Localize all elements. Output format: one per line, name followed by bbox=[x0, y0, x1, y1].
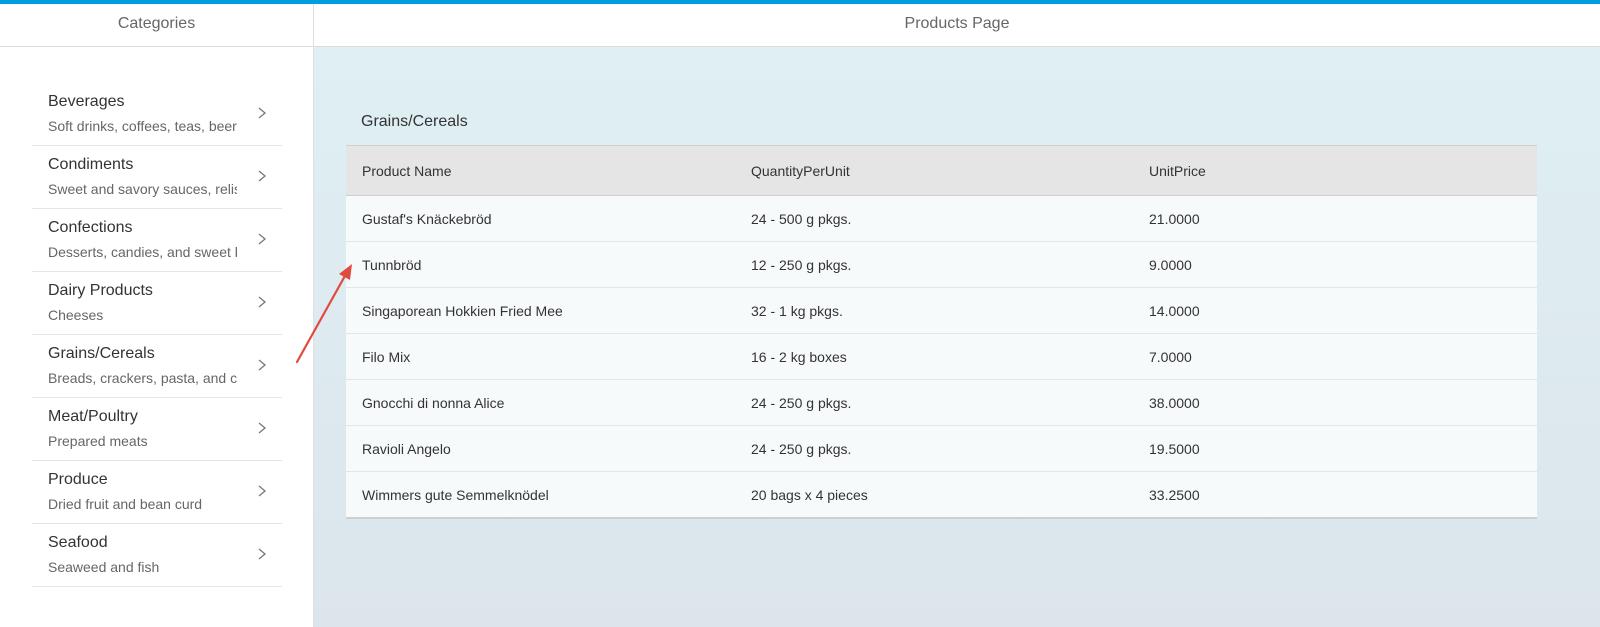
product-name-cell: Tunnbröd bbox=[362, 256, 422, 273]
product-name-cell: Ravioli Angelo bbox=[362, 440, 451, 457]
category-description: Desserts, candies, and sweet b bbox=[48, 244, 237, 260]
category-description: Prepared meats bbox=[48, 433, 148, 449]
table-row[interactable]: Tunnbröd 12 - 250 g pkgs. 9.0000 bbox=[346, 242, 1537, 288]
category-description: Breads, crackers, pasta, and c bbox=[48, 370, 237, 386]
selected-category-title: Grains/Cereals bbox=[361, 113, 468, 130]
category-title: Dairy Products bbox=[48, 282, 153, 299]
category-list: Beverages Soft drinks, coffees, teas, be… bbox=[32, 83, 282, 587]
quantity-per-unit-cell: 24 - 250 g pkgs. bbox=[751, 394, 852, 411]
category-item-meat-poultry[interactable]: Meat/Poultry Prepared meats bbox=[32, 398, 282, 461]
categories-header: Categories bbox=[0, 4, 313, 47]
table-row[interactable]: Singaporean Hokkien Fried Mee 32 - 1 kg … bbox=[346, 288, 1537, 334]
quantity-per-unit-cell: 12 - 250 g pkgs. bbox=[751, 256, 852, 273]
category-title: Beverages bbox=[48, 93, 125, 110]
category-item-produce[interactable]: Produce Dried fruit and bean curd bbox=[32, 461, 282, 524]
category-title: Seafood bbox=[48, 534, 108, 551]
products-panel: Products Page Grains/Cereals Product Nam… bbox=[314, 4, 1600, 627]
product-name-cell: Filo Mix bbox=[362, 348, 411, 365]
category-title: Grains/Cereals bbox=[48, 345, 155, 362]
quantity-per-unit-cell: 32 - 1 kg pkgs. bbox=[751, 302, 843, 319]
chevron-right-icon bbox=[256, 544, 268, 564]
category-title: Confections bbox=[48, 219, 133, 236]
category-description: Dried fruit and bean curd bbox=[48, 496, 203, 512]
table-row[interactable]: Ravioli Angelo 24 - 250 g pkgs. 19.5000 bbox=[346, 426, 1537, 472]
category-item-grains-cereals[interactable]: Grains/Cereals Breads, crackers, pasta, … bbox=[32, 335, 282, 398]
category-item-seafood[interactable]: Seafood Seaweed and fish bbox=[32, 524, 282, 587]
quantity-per-unit-cell: 16 - 2 kg boxes bbox=[751, 348, 847, 365]
category-item-condiments[interactable]: Condiments Sweet and savory sauces, reli… bbox=[32, 146, 282, 209]
category-item-dairy-products[interactable]: Dairy Products Cheeses bbox=[32, 272, 282, 335]
category-description: Soft drinks, coffees, teas, beer bbox=[48, 118, 237, 134]
table-row[interactable]: Wimmers gute Semmelknödel 20 bags x 4 pi… bbox=[346, 472, 1537, 517]
table-row[interactable]: Gnocchi di nonna Alice 24 - 250 g pkgs. … bbox=[346, 380, 1537, 426]
unit-price-cell: 33.2500 bbox=[1149, 486, 1200, 503]
product-name-cell: Singaporean Hokkien Fried Mee bbox=[362, 302, 563, 319]
products-table: Product Name QuantityPerUnit UnitPrice G… bbox=[346, 145, 1537, 519]
chevron-right-icon bbox=[256, 229, 268, 249]
chevron-right-icon bbox=[256, 103, 268, 123]
column-header-product-name: Product Name bbox=[362, 162, 452, 179]
category-description: Cheeses bbox=[48, 307, 104, 323]
category-description: Sweet and savory sauces, relis bbox=[48, 181, 237, 197]
unit-price-cell: 9.0000 bbox=[1149, 256, 1192, 273]
product-name-cell: Gnocchi di nonna Alice bbox=[362, 394, 505, 411]
unit-price-cell: 14.0000 bbox=[1149, 302, 1200, 319]
category-title: Condiments bbox=[48, 156, 134, 173]
product-name-cell: Wimmers gute Semmelknödel bbox=[362, 486, 549, 503]
categories-panel: Categories Beverages Soft drinks, coffee… bbox=[0, 4, 314, 627]
category-description: Seaweed and fish bbox=[48, 559, 160, 575]
chevron-right-icon bbox=[256, 418, 268, 438]
chevron-right-icon bbox=[256, 166, 268, 186]
chevron-right-icon bbox=[256, 355, 268, 375]
unit-price-cell: 7.0000 bbox=[1149, 348, 1192, 365]
quantity-per-unit-cell: 20 bags x 4 pieces bbox=[751, 486, 868, 503]
unit-price-cell: 38.0000 bbox=[1149, 394, 1200, 411]
unit-price-cell: 21.0000 bbox=[1149, 210, 1200, 227]
category-title: Produce bbox=[48, 471, 108, 488]
quantity-per-unit-cell: 24 - 250 g pkgs. bbox=[751, 440, 852, 457]
quantity-per-unit-cell: 24 - 500 g pkgs. bbox=[751, 210, 852, 227]
column-header-unit-price: UnitPrice bbox=[1149, 162, 1206, 179]
category-item-confections[interactable]: Confections Desserts, candies, and sweet… bbox=[32, 209, 282, 272]
chevron-right-icon bbox=[256, 292, 268, 312]
table-row[interactable]: Gustaf's Knäckebröd 24 - 500 g pkgs. 21.… bbox=[346, 196, 1537, 242]
column-header-quantity-per-unit: QuantityPerUnit bbox=[751, 162, 850, 179]
unit-price-cell: 19.5000 bbox=[1149, 440, 1200, 457]
products-header: Products Page bbox=[314, 4, 1600, 47]
table-row[interactable]: Filo Mix 16 - 2 kg boxes 7.0000 bbox=[346, 334, 1537, 380]
chevron-right-icon bbox=[256, 481, 268, 501]
product-name-cell: Gustaf's Knäckebröd bbox=[362, 210, 492, 227]
table-header: Product Name QuantityPerUnit UnitPrice bbox=[346, 145, 1537, 196]
category-title: Meat/Poultry bbox=[48, 408, 138, 425]
category-item-beverages[interactable]: Beverages Soft drinks, coffees, teas, be… bbox=[32, 83, 282, 146]
